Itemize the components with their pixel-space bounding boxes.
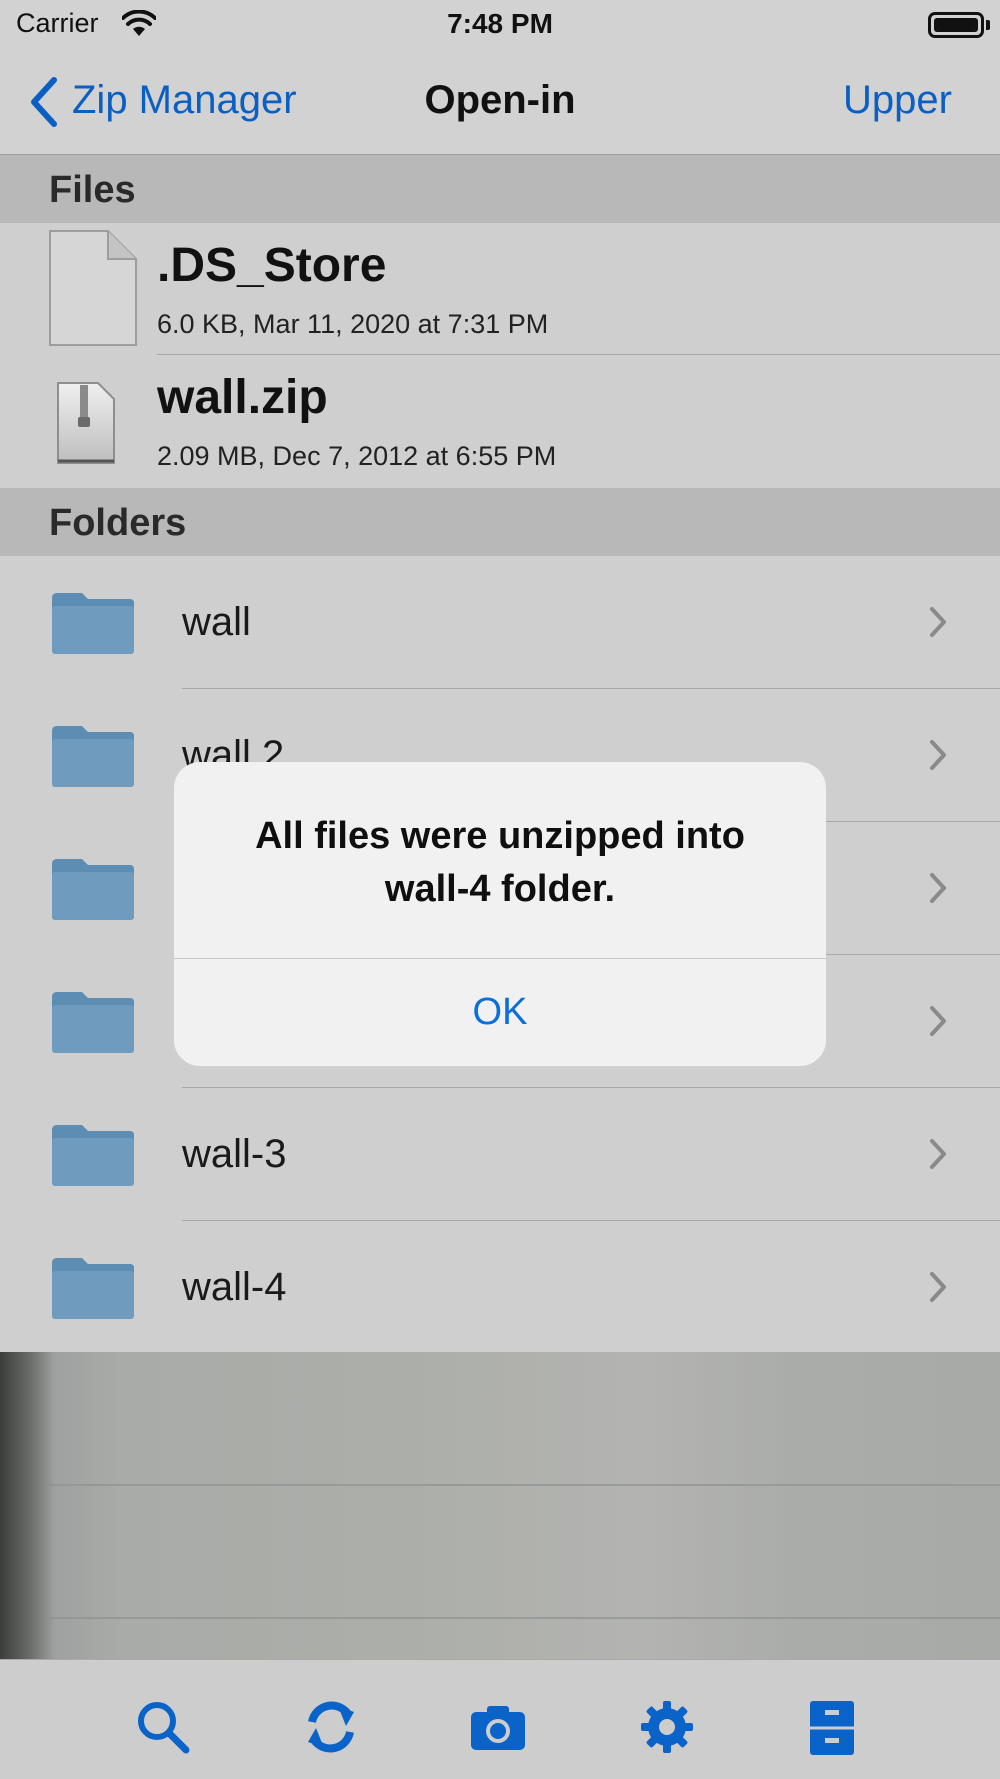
folder-row-wall[interactable]: wall bbox=[0, 556, 1000, 689]
status-time: 7:48 PM bbox=[447, 8, 553, 39]
chevron-right-icon bbox=[930, 607, 946, 637]
folders-header-label: Folders bbox=[49, 502, 187, 544]
folder-row-wall-3[interactable]: wall-3 bbox=[0, 1088, 1000, 1221]
folder-icon bbox=[52, 593, 134, 654]
settings-gear-icon[interactable] bbox=[640, 1700, 694, 1754]
upper-button[interactable]: Upper bbox=[843, 78, 952, 123]
battery-tip bbox=[986, 20, 990, 30]
folder-name: wall bbox=[182, 600, 251, 644]
chevron-right-icon bbox=[930, 1006, 946, 1036]
ok-button[interactable]: OK bbox=[174, 958, 826, 1066]
navigation-bar: Open-in Zip Manager Upper bbox=[0, 50, 1000, 155]
folder-name: wall-3 bbox=[182, 1132, 287, 1176]
back-button[interactable]: Zip Manager bbox=[72, 78, 297, 123]
folder-row-wall-4[interactable]: wall-4 bbox=[0, 1221, 1000, 1352]
files-header-label: Files bbox=[49, 169, 136, 211]
search-icon[interactable] bbox=[136, 1700, 190, 1754]
file-name: .DS_Store bbox=[157, 239, 387, 292]
files-section-header: Files bbox=[0, 155, 1000, 223]
file-row-wall-zip[interactable]: wall.zip 2.09 MB, Dec 7, 2012 at 6:55 PM bbox=[0, 355, 1000, 488]
battery-icon bbox=[928, 12, 984, 38]
alert-dialog: All files were unzipped into wall-4 fold… bbox=[174, 762, 826, 1066]
blur-divider bbox=[48, 1484, 1000, 1486]
zip-file-icon bbox=[57, 382, 115, 464]
back-chevron-icon[interactable] bbox=[28, 76, 60, 128]
chevron-right-icon bbox=[930, 1139, 946, 1169]
chevron-right-icon bbox=[930, 1272, 946, 1302]
file-name: wall.zip bbox=[157, 371, 328, 424]
status-bar: Carrier 7:48 PM bbox=[0, 0, 1000, 50]
file-cabinet-icon[interactable] bbox=[808, 1700, 856, 1756]
document-icon bbox=[49, 230, 137, 346]
chevron-right-icon bbox=[930, 873, 946, 903]
chevron-right-icon bbox=[930, 740, 946, 770]
blurred-background bbox=[0, 1352, 1000, 1659]
refresh-icon[interactable] bbox=[304, 1700, 358, 1754]
folder-icon bbox=[52, 859, 134, 920]
camera-icon[interactable] bbox=[471, 1700, 525, 1754]
folder-icon bbox=[52, 992, 134, 1053]
alert-message: All files were unzipped into wall-4 fold… bbox=[255, 815, 745, 910]
file-row-ds-store[interactable]: .DS_Store 6.0 KB, Mar 11, 2020 at 7:31 P… bbox=[0, 223, 1000, 357]
file-meta: 2.09 MB, Dec 7, 2012 at 6:55 PM bbox=[157, 441, 557, 471]
file-meta: 6.0 KB, Mar 11, 2020 at 7:31 PM bbox=[157, 309, 549, 339]
folder-icon bbox=[52, 1258, 134, 1319]
folders-section-header: Folders bbox=[0, 488, 1000, 556]
folder-icon bbox=[52, 1125, 134, 1186]
folder-name: wall-4 bbox=[182, 1265, 287, 1309]
blur-divider bbox=[48, 1617, 1000, 1619]
folder-icon bbox=[52, 726, 134, 787]
